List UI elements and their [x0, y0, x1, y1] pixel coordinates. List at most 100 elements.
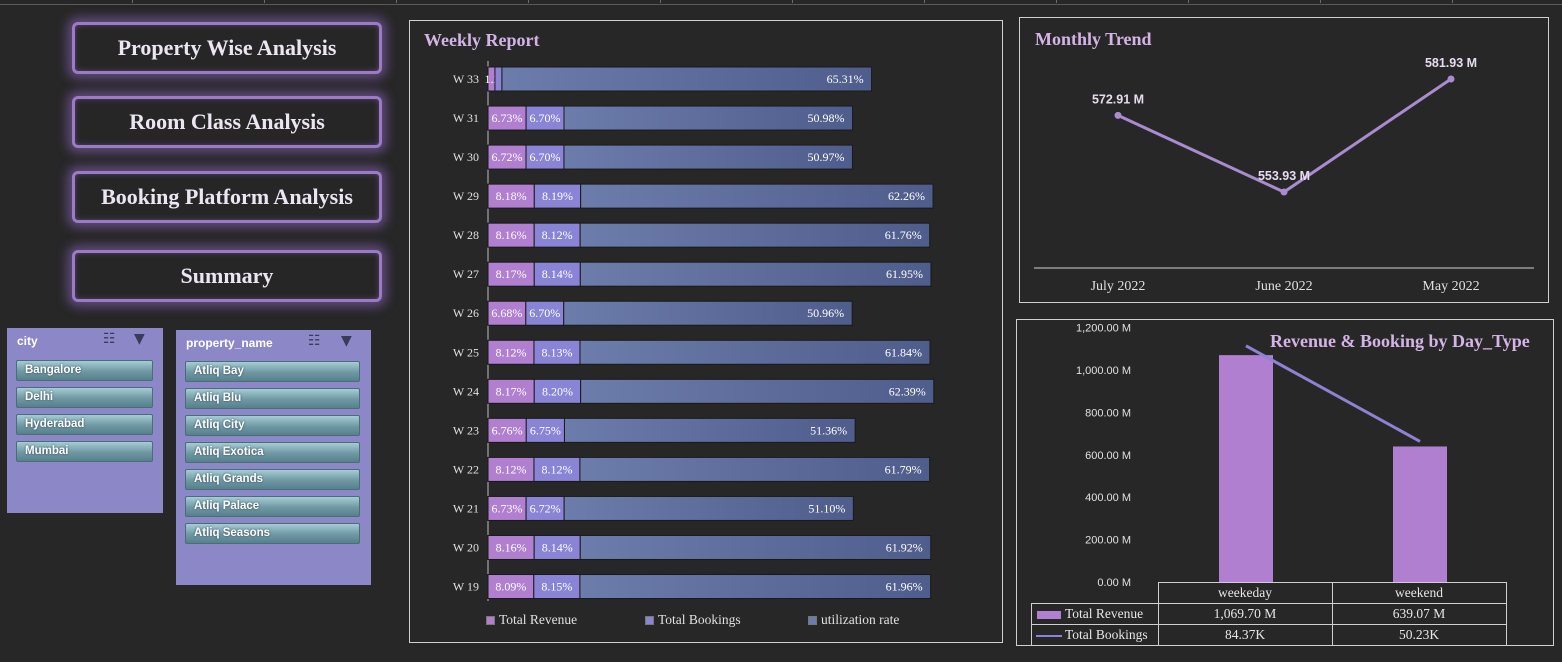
revenue-bar: [1219, 355, 1273, 582]
ruler-tick: [1188, 0, 1189, 3]
week-tick-label: W 23: [453, 423, 479, 437]
bar-segment: [494, 66, 503, 92]
bookings-legend-line: [1036, 634, 1062, 637]
slicer-item-atliq-bay[interactable]: Atliq Bay: [185, 361, 360, 382]
week-tick-label: W 24: [453, 384, 479, 398]
slicer-item-mumbai[interactable]: Mumbai: [16, 441, 153, 462]
ruler-tick: [1056, 0, 1057, 3]
trend-data-label: 553.93 M: [1258, 169, 1310, 183]
multi-select-icon[interactable]: ☷: [103, 331, 123, 349]
daytype-title: Revenue & Booking by Day_Type: [1270, 331, 1530, 351]
trend-data-label: 572.91 M: [1092, 92, 1144, 106]
slicer-item-atliq-grands[interactable]: Atliq Grands: [185, 469, 360, 490]
multi-select-icon[interactable]: ☷: [308, 333, 328, 351]
week-tick-label: W 30: [453, 150, 479, 164]
table-cell: 50.23K: [1331, 624, 1507, 646]
ruler-tick: [924, 0, 925, 3]
room-class-analysis-button[interactable]: Room Class Analysis: [72, 96, 382, 148]
bar-segment: [579, 574, 932, 600]
bar-segment: [580, 183, 934, 209]
week-tick-label: W 26: [453, 306, 479, 320]
slicer-item-atliq-city[interactable]: Atliq City: [185, 415, 360, 436]
week-tick-label: W 20: [453, 540, 479, 554]
week-tick-label: W 31: [453, 111, 479, 125]
month-tick-label: May 2022: [1422, 279, 1479, 294]
month-tick-label: July 2022: [1091, 279, 1146, 294]
slicer-item-atliq-seasons[interactable]: Atliq Seasons: [185, 523, 360, 544]
data-label: 61.96%: [886, 580, 923, 594]
data-label: 6.70%: [529, 306, 560, 320]
data-label: 8.19%: [542, 189, 573, 203]
property-slicer-title: property_name: [186, 336, 273, 350]
slicer-item-atliq-palace[interactable]: Atliq Palace: [185, 496, 360, 517]
legend-label: utilization rate: [821, 612, 900, 627]
ruler-tick: [792, 0, 793, 3]
legend-total-revenue: Total Revenue: [486, 612, 577, 628]
table-cell: 1,069.70 M: [1157, 603, 1333, 625]
data-label: 8.12%: [495, 345, 526, 359]
data-label: 8.17%: [496, 267, 527, 281]
row-label-bookings: Total Bookings: [1031, 624, 1159, 646]
booking-platform-analysis-button[interactable]: Booking Platform Analysis: [72, 171, 382, 223]
property-wise-analysis-button[interactable]: Property Wise Analysis: [72, 22, 382, 74]
slicer-item-hyderabad[interactable]: Hyderabad: [16, 414, 153, 435]
daytype-panel: 0.00 M 200.00 M 400.00 M 600.00 M 800.00 M 1,…: [1016, 319, 1554, 646]
slicer-item-bangalore[interactable]: Bangalore: [16, 360, 153, 381]
week-tick-label: W 21: [453, 501, 479, 515]
trend-point: [1114, 111, 1122, 119]
table-corner: [1031, 582, 1159, 604]
data-label: 6.75%: [530, 423, 561, 437]
data-label: 8.16%: [496, 228, 527, 242]
data-label: 8.15%: [541, 580, 572, 594]
table-header-weekday: weekeday: [1157, 582, 1333, 604]
summary-label: Summary: [180, 263, 274, 288]
data-label: 8.14%: [542, 540, 573, 554]
summary-button[interactable]: Summary: [72, 250, 382, 302]
week-tick-label: W 19: [453, 580, 479, 594]
y-tick-label: 400.00 M: [1085, 492, 1131, 504]
table-cell: 639.07 M: [1331, 603, 1507, 625]
legend-label: Total Bookings: [658, 612, 741, 627]
legend-swatch: [808, 615, 817, 625]
week-tick-label: W 33: [453, 72, 479, 86]
table-row: Total Bookings 84.37K 50.23K: [1031, 624, 1507, 646]
y-tick-label: 1,000.00 M: [1076, 365, 1131, 377]
week-tick-label: W 29: [453, 189, 479, 203]
data-label: 50.97%: [807, 150, 844, 164]
week-tick-label: W 27: [453, 267, 479, 281]
property-slicer: property_name ☷ ▼ Atliq Bay Atliq Blu At…: [176, 330, 371, 585]
bar-segment: [580, 378, 935, 404]
property-wise-label: Property Wise Analysis: [117, 35, 337, 60]
slicer-item-atliq-exotica[interactable]: Atliq Exotica: [185, 442, 360, 463]
data-label: 61.92%: [886, 540, 923, 554]
data-label: 6.70%: [530, 111, 561, 125]
week-tick-label: W 28: [453, 228, 479, 242]
monthly-trend-panel: Monthly Trend 572.91 M July 2022 553.93 MJ…: [1019, 17, 1549, 303]
slicer-item-atliq-blu[interactable]: Atliq Blu: [185, 388, 360, 409]
clear-filter-icon[interactable]: ▼: [134, 331, 154, 349]
data-label: 8.17%: [496, 384, 527, 398]
bar-segment: [579, 534, 932, 560]
data-label: 62.26%: [888, 189, 925, 203]
row-label-text: Total Revenue: [1065, 606, 1144, 621]
ruler-tick: [396, 0, 397, 3]
data-label: 6.73%: [492, 111, 523, 125]
clear-filter-icon[interactable]: ▼: [341, 333, 361, 351]
city-slicer: city ☷ ▼ Bangalore Delhi Hyderabad Mumba…: [7, 328, 163, 513]
data-label: 61.84%: [885, 345, 922, 359]
data-label: 8.14%: [542, 267, 573, 281]
legend-swatch: [645, 615, 654, 625]
legend-label: Total Revenue: [499, 612, 578, 627]
weekly-report-panel: Weekly Report W 331.23%1.23%65.31%W 316.…: [409, 20, 1003, 643]
bar-segment: [579, 456, 931, 482]
data-label: 51.36%: [810, 423, 847, 437]
ruler-tick: [264, 0, 265, 3]
top-ruler: [0, 0, 1562, 5]
data-label: 6.70%: [529, 150, 560, 164]
data-label: 51.10%: [808, 501, 845, 515]
y-tick-label: 800.00 M: [1085, 407, 1131, 419]
slicer-item-delhi[interactable]: Delhi: [16, 387, 153, 408]
weekly-report-chart: W 331.23%1.23%65.31%W 316.73%6.70%50.98%…: [453, 61, 935, 601]
ruler-tick: [1452, 0, 1453, 3]
data-label: 50.98%: [808, 111, 845, 125]
